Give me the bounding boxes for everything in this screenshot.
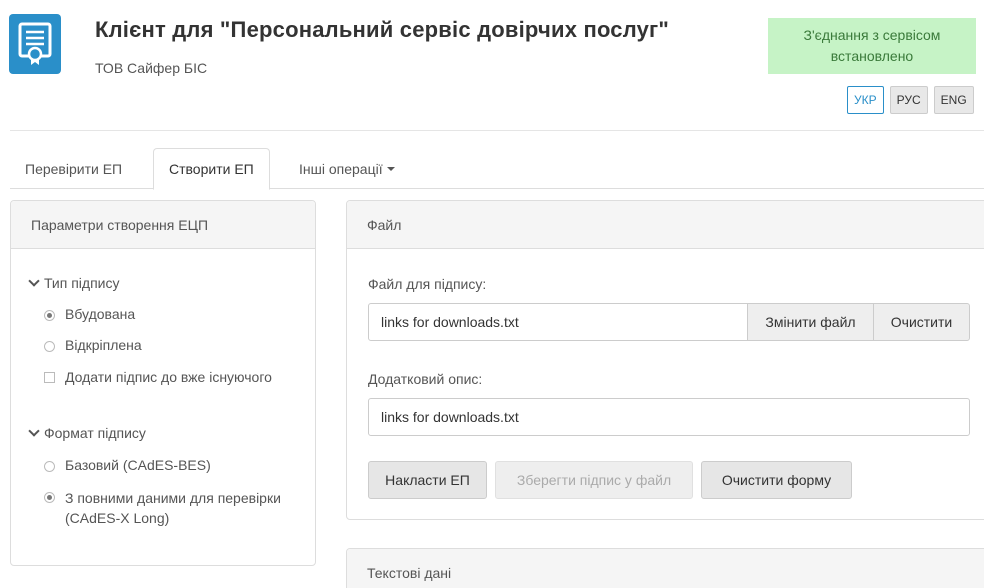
clear-file-button[interactable]: Очистити (873, 303, 970, 341)
chevron-down-icon (28, 275, 40, 287)
tab-verify[interactable]: Перевірити ЕП (10, 148, 137, 189)
radio-button[interactable] (44, 461, 55, 472)
main-tabs: Перевірити ЕП Створити ЕП Інші операції (10, 148, 984, 190)
checkbox-append-signature[interactable]: Додати підпис до вже існуючого (44, 368, 284, 387)
language-switcher: УКР РУС ENG (847, 86, 974, 114)
file-input[interactable]: links for downloads.txt (368, 303, 748, 341)
tab-other-operations[interactable]: Інші операції (284, 148, 410, 189)
caret-down-icon (386, 166, 395, 171)
connection-status: З'єднання з сервісом встановлено (768, 18, 976, 74)
radio-cades-x-long[interactable]: З повними даними для перевірки (CAdES-X … (44, 488, 284, 528)
signature-format-group[interactable]: Формат підпису (28, 425, 146, 441)
lang-rus-button[interactable]: РУС (889, 86, 928, 114)
lang-ukr-button[interactable]: УКР (847, 86, 884, 114)
checkbox[interactable] (44, 372, 55, 383)
certificate-icon (18, 22, 52, 65)
chevron-down-icon (28, 425, 40, 437)
tab-create[interactable]: Створити ЕП (153, 148, 270, 190)
description-label: Додатковий опис: (368, 371, 483, 387)
file-panel-title: Файл (347, 201, 984, 249)
radio-button[interactable] (44, 341, 55, 352)
app-logo (9, 14, 61, 74)
radio-button[interactable] (44, 492, 55, 503)
app-title: Клієнт для "Персональний сервіс довірчих… (95, 17, 670, 42)
header-divider (10, 130, 984, 131)
radio-detached[interactable]: Відкріплена (44, 337, 142, 353)
file-label: Файл для підпису: (368, 276, 487, 292)
clear-form-button[interactable]: Очистити форму (701, 461, 852, 499)
tab-other-label: Інші операції (299, 160, 383, 177)
radio-embedded[interactable]: Вбудована (44, 306, 135, 322)
save-signature-button[interactable]: Зберегти підпис у файл (495, 461, 693, 499)
text-data-panel-title: Текстові дані (347, 549, 984, 588)
sign-button[interactable]: Накласти ЕП (368, 461, 487, 499)
app-header: Клієнт для "Персональний сервіс довірчих… (0, 0, 984, 130)
radio-button[interactable] (44, 310, 55, 321)
app-company: ТОВ Сайфер БІС (95, 60, 208, 76)
lang-eng-button[interactable]: ENG (933, 86, 974, 114)
params-panel-title: Параметри створення ЕЦП (11, 201, 315, 249)
radio-cades-bes[interactable]: Базовий (CAdES-BES) (44, 457, 211, 473)
description-input[interactable]: links for downloads.txt (368, 398, 970, 436)
signature-type-group[interactable]: Тип підпису (28, 275, 120, 291)
change-file-button[interactable]: Змінити файл (747, 303, 874, 341)
text-data-panel: Текстові дані (346, 548, 984, 588)
